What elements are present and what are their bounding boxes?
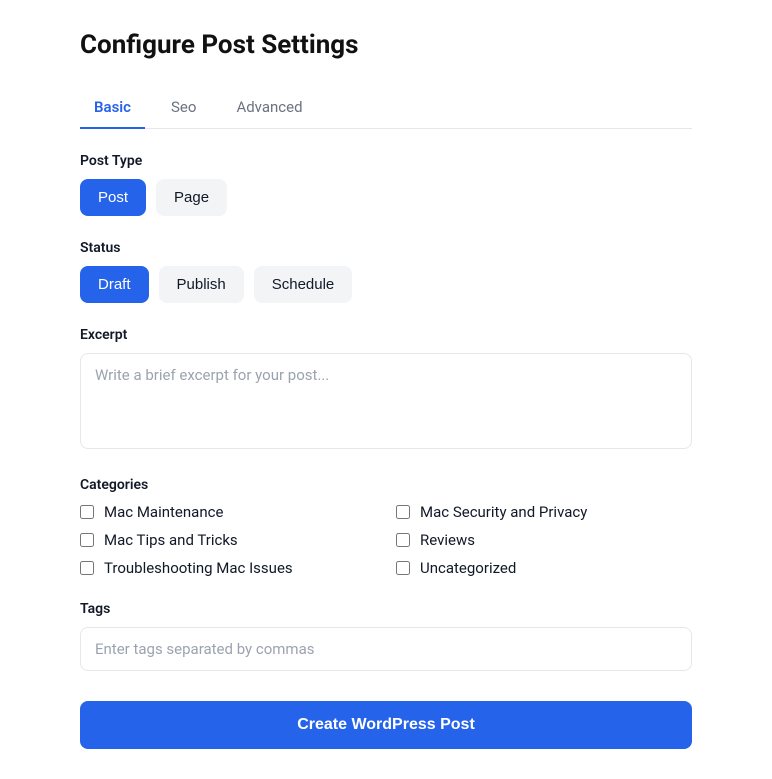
category-checkbox[interactable] xyxy=(80,561,94,575)
categories-group: Categories Mac Maintenance Mac Security … xyxy=(80,477,692,577)
tab-advanced[interactable]: Advanced xyxy=(236,88,302,128)
categories-label: Categories xyxy=(80,477,692,493)
category-item[interactable]: Reviews xyxy=(396,531,692,549)
excerpt-input[interactable] xyxy=(80,353,692,449)
category-text: Troubleshooting Mac Issues xyxy=(104,559,293,577)
status-publish-button[interactable]: Publish xyxy=(159,266,244,303)
tabs: Basic Seo Advanced xyxy=(80,88,692,129)
category-item[interactable]: Mac Maintenance xyxy=(80,503,376,521)
status-draft-button[interactable]: Draft xyxy=(80,266,149,303)
category-text: Mac Maintenance xyxy=(104,503,223,521)
category-checkbox[interactable] xyxy=(396,533,410,547)
category-checkbox[interactable] xyxy=(80,505,94,519)
tab-seo[interactable]: Seo xyxy=(171,88,196,128)
create-post-button[interactable]: Create WordPress Post xyxy=(80,701,692,749)
post-type-label: Post Type xyxy=(80,153,692,169)
category-item[interactable]: Mac Security and Privacy xyxy=(396,503,692,521)
category-item[interactable]: Mac Tips and Tricks xyxy=(80,531,376,549)
tab-basic[interactable]: Basic xyxy=(94,88,131,128)
tags-group: Tags xyxy=(80,601,692,671)
category-text: Reviews xyxy=(420,531,475,549)
status-schedule-button[interactable]: Schedule xyxy=(254,266,353,303)
category-text: Mac Security and Privacy xyxy=(420,503,587,521)
tags-input[interactable] xyxy=(80,627,692,671)
category-checkbox[interactable] xyxy=(396,505,410,519)
category-text: Uncategorized xyxy=(420,559,516,577)
page-title: Configure Post Settings xyxy=(80,30,692,60)
category-item[interactable]: Troubleshooting Mac Issues xyxy=(80,559,376,577)
excerpt-group: Excerpt xyxy=(80,327,692,453)
category-checkbox[interactable] xyxy=(80,533,94,547)
category-checkbox[interactable] xyxy=(396,561,410,575)
status-group: Status Draft Publish Schedule xyxy=(80,240,692,303)
post-type-post-button[interactable]: Post xyxy=(80,179,146,216)
tags-label: Tags xyxy=(80,601,692,617)
excerpt-label: Excerpt xyxy=(80,327,692,343)
category-text: Mac Tips and Tricks xyxy=(104,531,238,549)
status-label: Status xyxy=(80,240,692,256)
post-type-group: Post Type Post Page xyxy=(80,153,692,216)
post-type-page-button[interactable]: Page xyxy=(156,179,227,216)
category-item[interactable]: Uncategorized xyxy=(396,559,692,577)
